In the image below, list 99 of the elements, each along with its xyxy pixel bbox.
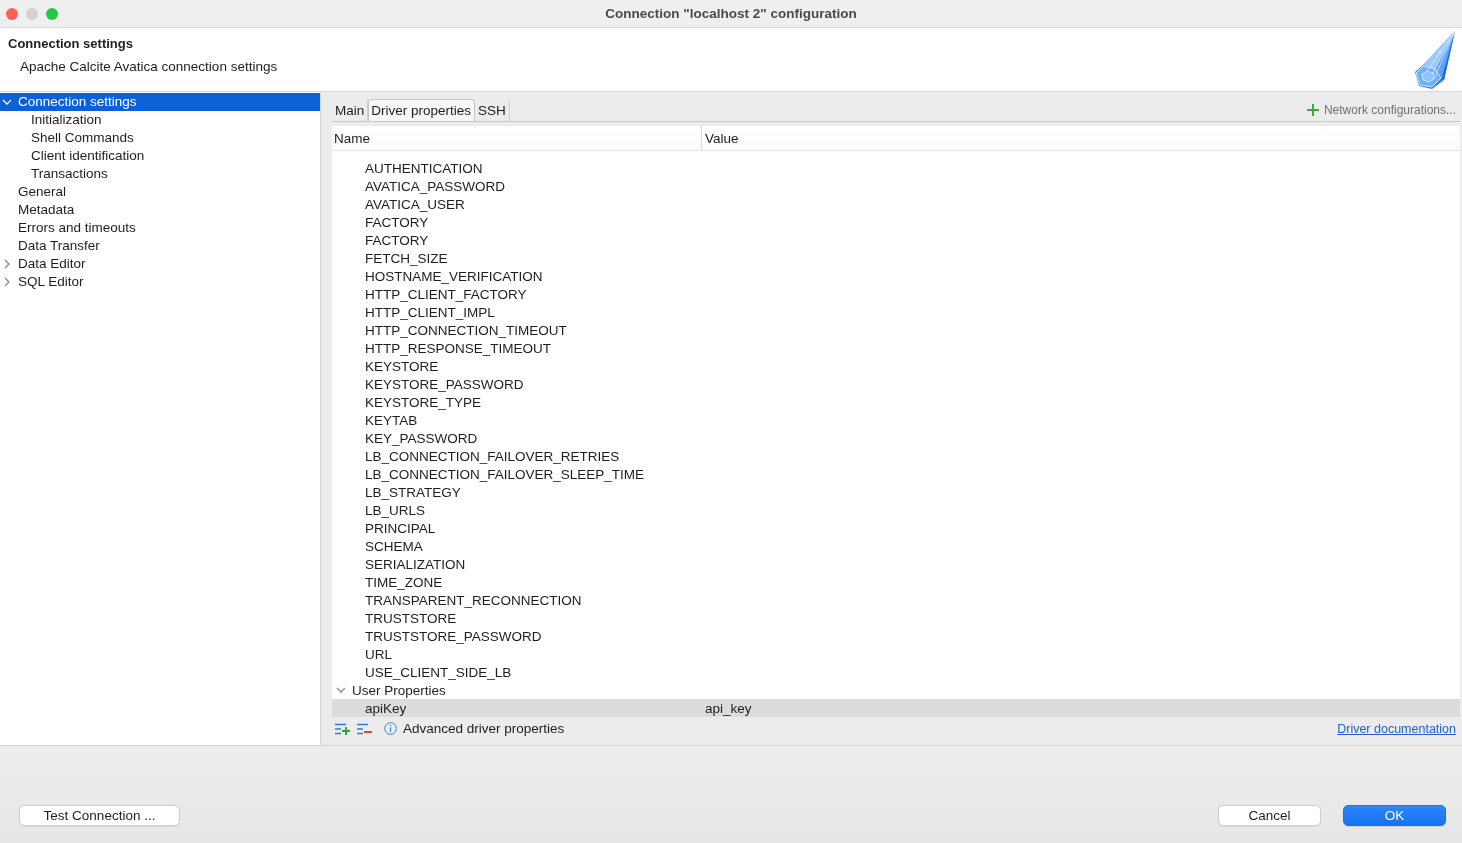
property-name-cell-text: LB_STRATEGY <box>364 484 462 500</box>
property-name-cell-text: apiKey <box>364 700 408 716</box>
close-button[interactable] <box>6 7 18 20</box>
property-name-cell-text: HTTP_CLIENT_FACTORY <box>364 286 528 302</box>
dialog-button[interactable]: Cancel <box>1218 805 1321 826</box>
property-row[interactable]: FACTORY <box>332 213 1460 231</box>
property-row[interactable]: HTTP_CLIENT_IMPL <box>332 303 1460 321</box>
property-row[interactable]: LB_CONNECTION_FAILOVER_SLEEP_TIME <box>332 465 1460 483</box>
test-connection-button[interactable]: Test Connection ... <box>19 805 180 826</box>
property-name-cell-text: HTTP_RESPONSE_TIMEOUT <box>364 340 553 356</box>
property-name-cell-text: HTTP_CLIENT_IMPL <box>364 304 496 320</box>
property-row[interactable]: HOSTNAME_VERIFICATION <box>332 267 1460 285</box>
property-row[interactable]: KEYTAB <box>332 411 1460 429</box>
property-name-cell-text: USE_CLIENT_SIDE_LB <box>364 664 513 680</box>
list-minus-icon <box>357 722 372 735</box>
property-name-cell-text: TRUSTSTORE_PASSWORD <box>364 628 543 644</box>
dialog-button[interactable]: OK <box>1343 805 1446 826</box>
property-row[interactable]: KEYSTORE_PASSWORD <box>332 375 1460 393</box>
property-row[interactable]: HTTP_CONNECTION_TIMEOUT <box>332 321 1460 339</box>
property-name-cell-text: SERIALIZATION <box>364 556 467 572</box>
property-row[interactable]: FETCH_SIZE <box>332 249 1460 267</box>
property-row[interactable]: HTTP_RESPONSE_TIMEOUT <box>332 339 1460 357</box>
sidebar-item[interactable]: Data Transfer <box>0 237 320 255</box>
property-row[interactable]: AVATICA_USER <box>332 195 1460 213</box>
property-row[interactable]: FACTORY <box>332 231 1460 249</box>
zoom-button[interactable] <box>46 7 58 20</box>
property-name-cell-text: FACTORY <box>364 214 430 230</box>
sidebar-item[interactable]: Metadata <box>0 201 320 219</box>
property-row[interactable]: SCHEMA <box>332 537 1460 555</box>
property-name-cell-text: HTTP_CONNECTION_TIMEOUT <box>364 322 568 338</box>
property-name-cell-text: AUTHENTICATION <box>364 160 484 176</box>
property-name-cell-text: SCHEMA <box>364 538 424 554</box>
property-row[interactable]: LB_URLS <box>332 501 1460 519</box>
property-name-cell-text: FETCH_SIZE <box>364 250 449 266</box>
chevron-icon[interactable] <box>2 277 12 287</box>
property-name-cell-text: KEYSTORE <box>364 358 440 374</box>
property-name-cell-text: PRINCIPAL <box>364 520 437 536</box>
sidebar-item[interactable]: General <box>0 183 320 201</box>
property-row[interactable]: apiKey api_key <box>332 699 1460 717</box>
property-row[interactable]: KEY_PASSWORD <box>332 429 1460 447</box>
property-name-cell-text: KEYSTORE_TYPE <box>364 394 483 410</box>
property-name-cell-text: FACTORY <box>364 232 430 248</box>
property-row[interactable]: AVATICA_PASSWORD <box>332 177 1460 195</box>
property-name-cell-text: TRANSPARENT_RECONNECTION <box>364 592 583 608</box>
property-name-cell-text: AVATICA_PASSWORD <box>364 178 507 194</box>
window-title: Connection "localhost 2" configuration <box>605 6 857 21</box>
property-row[interactable]: TRUSTSTORE <box>332 609 1460 627</box>
property-row[interactable]: TRUSTSTORE_PASSWORD <box>332 627 1460 645</box>
sidebar-item[interactable]: SQL Editor <box>0 273 320 291</box>
plus-icon <box>1306 104 1319 116</box>
property-row[interactable]: HTTP_CLIENT_FACTORY <box>332 285 1460 303</box>
property-row[interactable]: KEYSTORE_TYPE <box>332 393 1460 411</box>
tab[interactable]: SSH <box>475 99 510 121</box>
sidebar-item[interactable]: Client identification <box>0 147 320 165</box>
sidebar-item[interactable]: Transactions <box>0 165 320 183</box>
section-title: Connection settings <box>8 36 134 51</box>
chevron-icon[interactable] <box>336 685 346 695</box>
driver-documentation-link[interactable]: Driver documentation <box>1337 721 1460 736</box>
property-name-cell-text: KEYTAB <box>364 412 419 428</box>
info-icon <box>384 722 397 735</box>
tab[interactable]: Driver properties <box>368 99 476 121</box>
gem-logo-icon <box>1414 30 1456 90</box>
property-row[interactable]: PRINCIPAL <box>332 519 1460 537</box>
chevron-icon[interactable] <box>2 97 12 107</box>
property-row[interactable]: URL <box>332 645 1460 663</box>
property-row[interactable]: TRANSPARENT_RECONNECTION <box>332 591 1460 609</box>
remove-property-button[interactable] <box>357 722 372 735</box>
chevron-icon[interactable] <box>2 259 12 269</box>
column-header[interactable]: Value <box>702 126 1460 150</box>
property-row[interactable]: SERIALIZATION <box>332 555 1460 573</box>
property-name-cell-text: LB_URLS <box>364 502 427 518</box>
property-name-cell-text: AVATICA_USER <box>364 196 466 212</box>
info-label: Advanced driver properties <box>403 721 565 736</box>
sidebar-item[interactable]: Data Editor <box>0 255 320 273</box>
property-row[interactable]: TIME_ZONE <box>332 573 1460 591</box>
property-row[interactable]: USE_CLIENT_SIDE_LB <box>332 663 1460 681</box>
property-name-cell-text: KEY_PASSWORD <box>364 430 479 446</box>
sidebar-item[interactable]: Shell Commands <box>0 129 320 147</box>
sidebar-item[interactable]: Errors and timeouts <box>0 219 320 237</box>
section-description: Apache Calcite Avatica connection settings <box>19 59 278 75</box>
group-row[interactable]: User Properties <box>332 681 1460 699</box>
property-row[interactable]: LB_STRATEGY <box>332 483 1460 501</box>
sidebar-item[interactable]: Connection settings <box>0 93 320 111</box>
property-name-cell-text: LB_CONNECTION_FAILOVER_SLEEP_TIME <box>364 466 646 482</box>
network-configurations-button[interactable]: Network configurations... <box>1306 99 1460 121</box>
sidebar-item[interactable]: Initialization <box>0 111 320 129</box>
column-header[interactable]: Name <box>332 126 702 150</box>
property-name-cell-text: LB_CONNECTION_FAILOVER_RETRIES <box>364 448 621 464</box>
property-name-cell-text: TIME_ZONE <box>364 574 444 590</box>
property-row[interactable]: KEYSTORE <box>332 357 1460 375</box>
property-value-cell-text: api_key <box>704 700 752 716</box>
property-name-cell-text: URL <box>364 646 393 662</box>
property-row[interactable]: LB_CONNECTION_FAILOVER_RETRIES <box>332 447 1460 465</box>
property-name-cell-text: KEYSTORE_PASSWORD <box>364 376 525 392</box>
property-name-cell-text: HOSTNAME_VERIFICATION <box>364 268 544 284</box>
property-name-cell-text: TRUSTSTORE <box>364 610 458 626</box>
add-property-button[interactable] <box>335 722 350 735</box>
list-plus-icon <box>335 722 350 735</box>
property-row[interactable]: AUTHENTICATION <box>332 159 1460 177</box>
